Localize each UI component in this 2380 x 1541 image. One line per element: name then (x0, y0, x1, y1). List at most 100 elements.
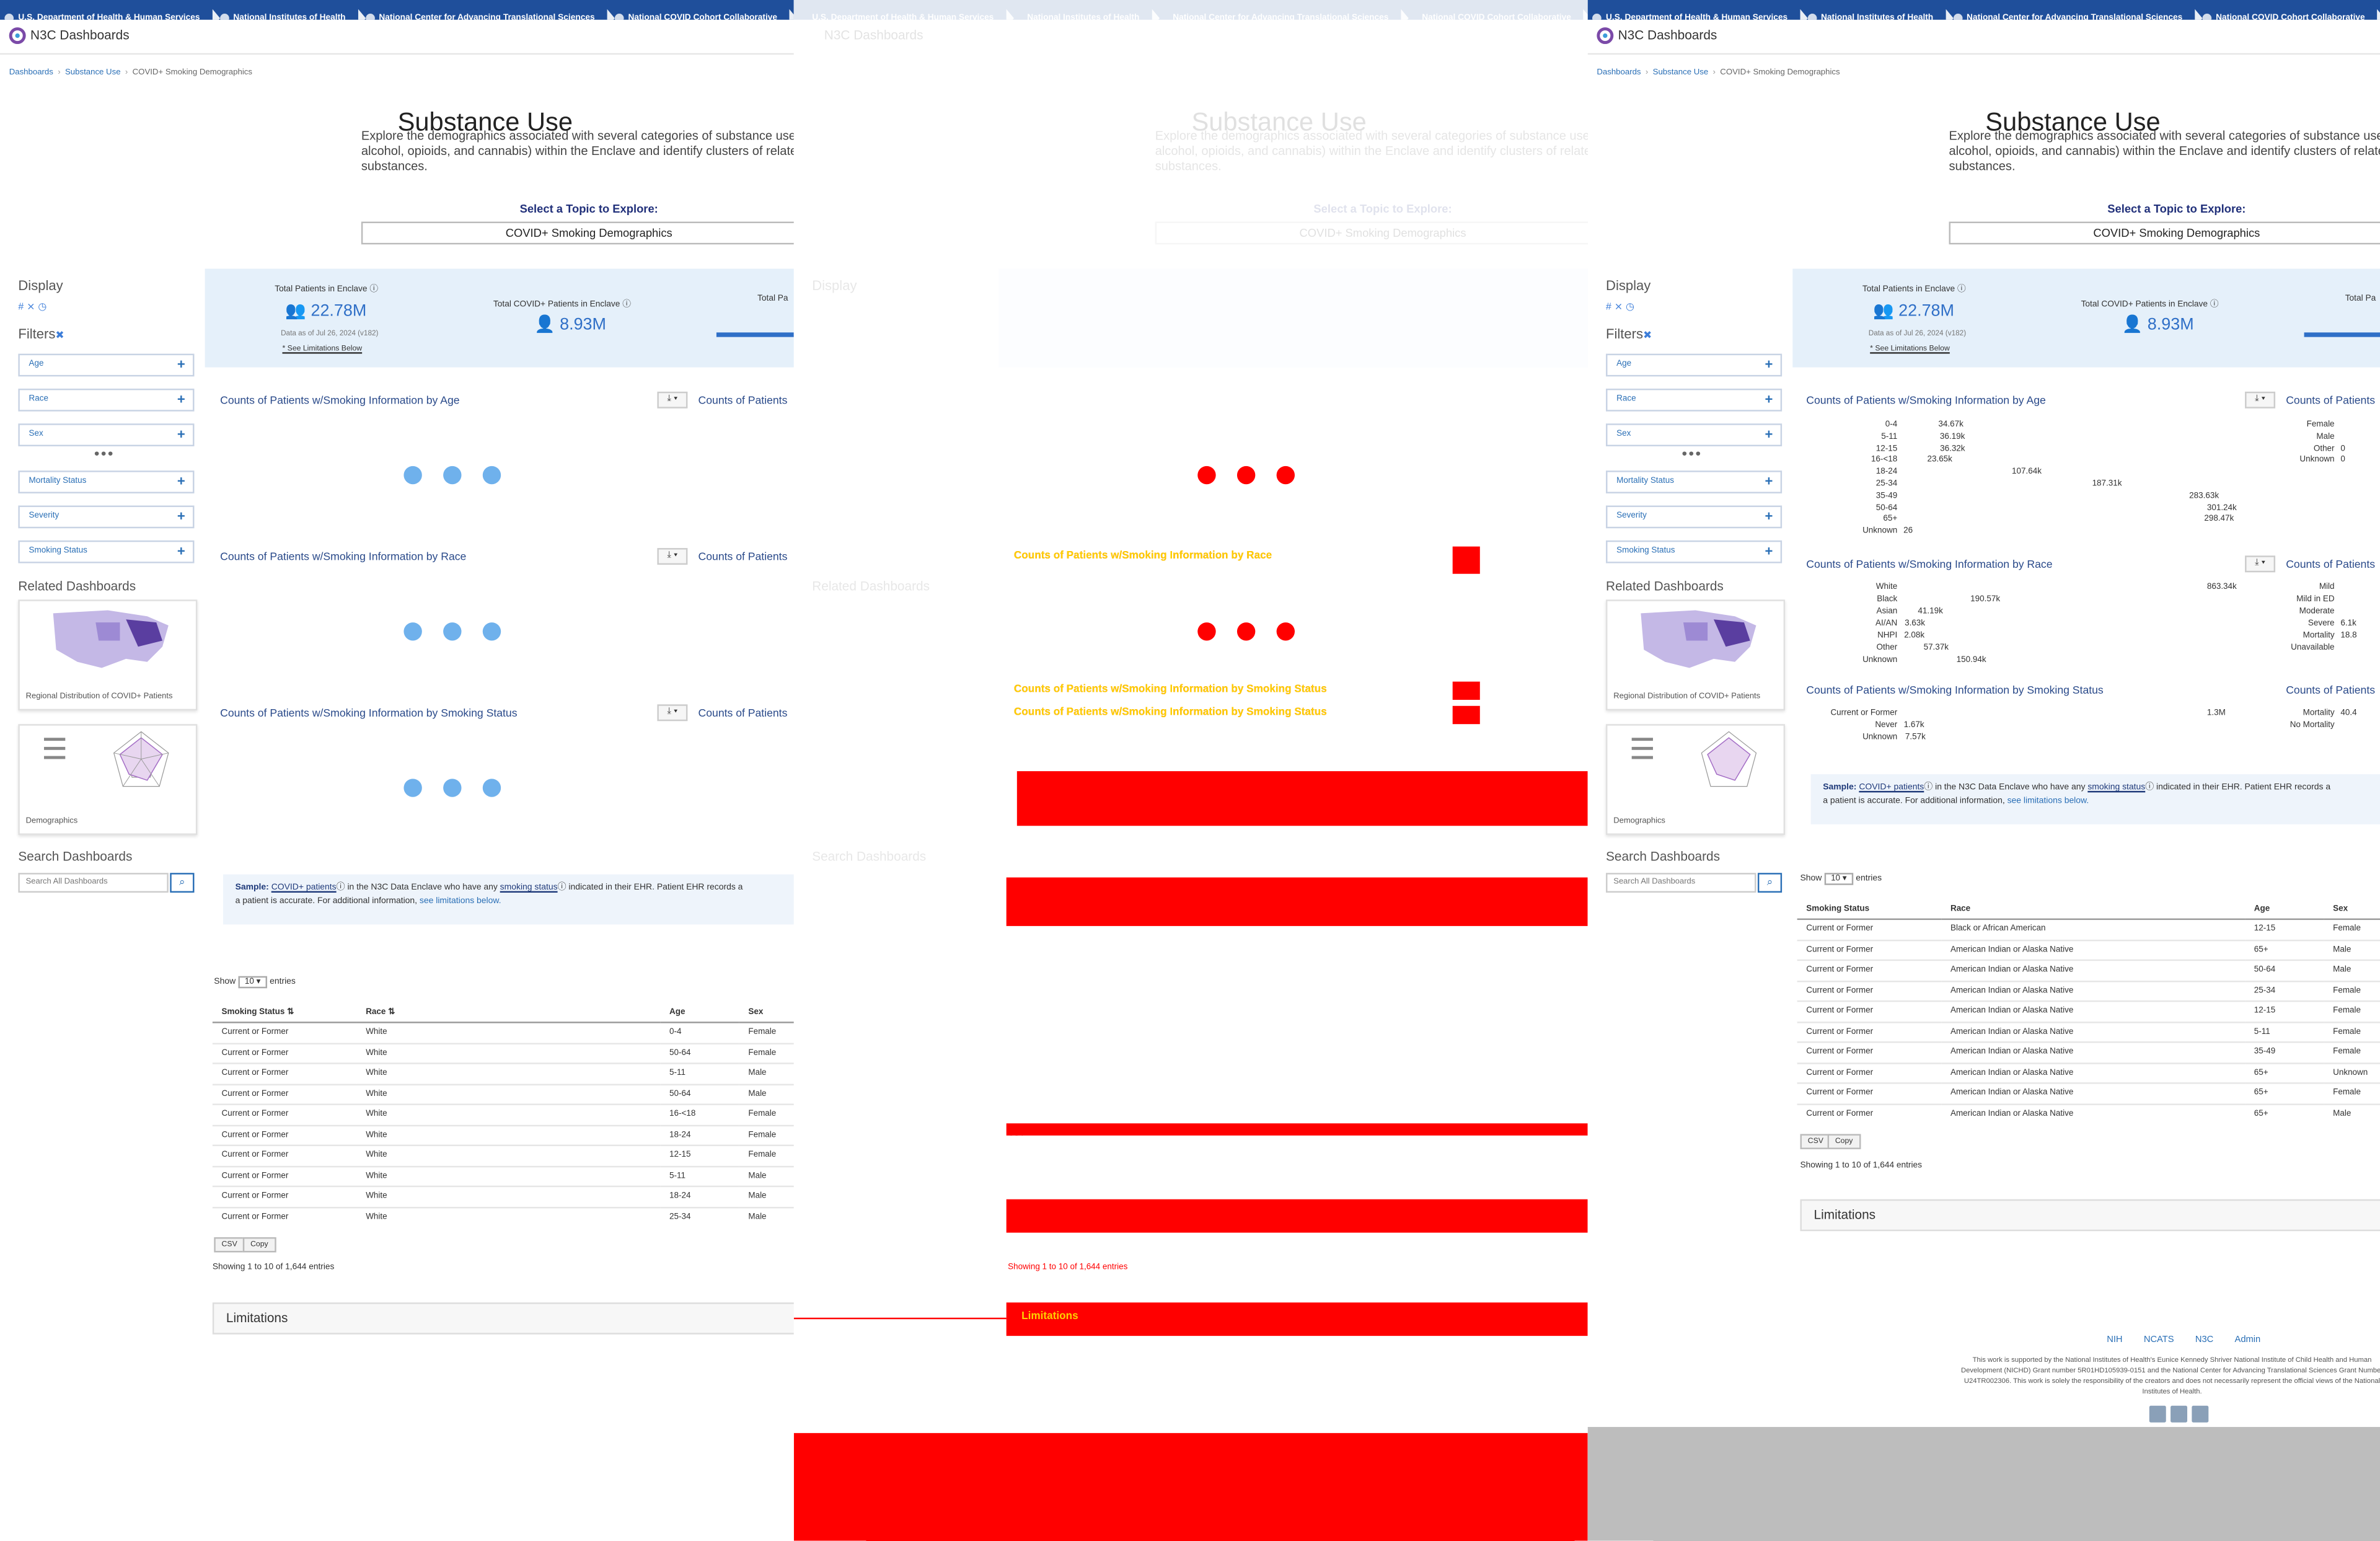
plus-icon[interactable]: + (177, 507, 185, 527)
see-limitations-link[interactable]: see limitations below. (2008, 797, 2089, 806)
download-icon[interactable]: ⤓ ▾ (2245, 555, 2276, 573)
limitations-header[interactable]: Limitations (212, 1302, 794, 1335)
gov-link-hhs[interactable]: U.S. Department of Health & Human Servic… (0, 9, 219, 20)
info-icon[interactable]: ⓘ (2145, 784, 2154, 793)
filter-severity[interactable]: Severity + (1606, 505, 1783, 529)
copy-button[interactable]: Copy (242, 1237, 276, 1253)
gov-link-n3c[interactable]: National COVID Cohort Collaborative (1404, 9, 1588, 20)
csv-button[interactable]: CSV (1800, 1134, 1831, 1149)
gov-link-n3c[interactable]: National COVID Cohort Collaborative (610, 9, 794, 20)
n3c-logo-icon[interactable] (1597, 27, 1614, 45)
more-filters-icon[interactable]: ••• (94, 446, 115, 463)
filter-clear-icon[interactable]: ✖ (55, 331, 64, 342)
filter-smoking-status[interactable]: Smoking Status + (1606, 540, 1783, 563)
table-row[interactable]: Current or Former American Indian or Alas… (1797, 1000, 2380, 1022)
filter-severity[interactable]: Severity + (18, 505, 195, 529)
table-row[interactable]: Current or Former White 50-64 Male (212, 1083, 794, 1105)
column-header[interactable]: Smoking Status ⇅ (212, 1002, 357, 1023)
filter-age[interactable]: Age + (18, 353, 195, 377)
gov-link-nih[interactable]: National Institutes of Health (215, 9, 366, 20)
column-header[interactable]: Race (1941, 898, 2246, 921)
info-icon[interactable]: ⓘ (558, 883, 566, 893)
see-limitations-link[interactable]: * See Limitations Below (1870, 345, 1950, 354)
display-mode-icons[interactable]: #⨯◷ (18, 301, 50, 312)
plus-icon[interactable]: + (177, 390, 185, 410)
table-row[interactable]: Current or Former White 0-4 Female (212, 1022, 794, 1043)
plus-icon[interactable]: + (1765, 507, 1773, 527)
gov-link-ncats[interactable]: National Center for Advancing Translatio… (361, 9, 615, 20)
info-icon[interactable]: ⓘ (622, 301, 631, 310)
related-card-demographics[interactable]: Demographics (18, 724, 198, 835)
table-row[interactable]: Current or Former American Indian or Alas… (1797, 979, 2380, 1002)
n3c-logo-icon[interactable] (9, 27, 26, 45)
plus-icon[interactable]: + (177, 542, 185, 562)
table-row[interactable]: Current or Former Black or African Americ… (1797, 918, 2380, 940)
download-icon[interactable]: ⤓ ▾ (2245, 391, 2276, 408)
smoking-status-link[interactable]: smoking status (500, 883, 558, 893)
filter-sex[interactable]: Sex + (18, 423, 195, 447)
plus-icon[interactable]: + (177, 355, 185, 375)
plus-icon[interactable]: + (1765, 425, 1773, 445)
info-icon[interactable]: ⓘ (2210, 301, 2219, 310)
table-row[interactable]: Current or Former American Indian or Alas… (1797, 1062, 2380, 1084)
plus-icon[interactable]: + (177, 472, 185, 492)
entries-select[interactable]: 10 ▾ (1825, 873, 1853, 885)
column-header[interactable]: Age (2245, 898, 2324, 921)
table-row[interactable]: Current or Former American Indian or Alas… (1797, 938, 2380, 960)
plus-icon[interactable]: + (1765, 355, 1773, 375)
gov-link-nih[interactable]: National Institutes of Health (1803, 9, 1953, 20)
filter-sex[interactable]: Sex + (1606, 423, 1783, 447)
filter-mortality[interactable]: Mortality Status + (1606, 470, 1783, 493)
table-row[interactable]: Current or Former American Indian or Alas… (1797, 959, 2380, 981)
topic-select[interactable]: COVID+ Smoking Demographics (361, 221, 794, 245)
gov-link-hhs[interactable]: U.S. Department of Health & Human Servic… (794, 9, 1013, 20)
download-icon[interactable]: ⤓ ▾ (657, 391, 688, 408)
info-icon[interactable]: ⓘ (337, 883, 345, 893)
column-header[interactable]: Age (660, 1002, 739, 1023)
breadcrumb-dashboards[interactable]: Dashboards (1597, 68, 1641, 77)
twitter-icon[interactable] (2171, 1405, 2188, 1423)
table-row[interactable]: Current or Former White 5-11 Male (212, 1062, 794, 1084)
footer-link-admin[interactable]: Admin (2235, 1336, 2261, 1345)
brand-title[interactable]: N3C Dashboards (1618, 27, 1717, 42)
gov-link-hhs[interactable]: U.S. Department of Health & Human Servic… (1588, 9, 1807, 20)
plus-icon[interactable]: + (177, 425, 185, 445)
topic-select[interactable]: COVID+ Smoking Demographics (1949, 221, 2380, 245)
table-row[interactable]: Current or Former White 25-34 Male (212, 1206, 794, 1227)
plus-icon[interactable]: + (1765, 542, 1773, 562)
plus-icon[interactable]: + (1765, 390, 1773, 410)
limitations-header[interactable]: Limitations (1800, 1199, 2380, 1232)
info-icon[interactable]: ⓘ (1957, 285, 1966, 294)
email-icon[interactable] (2149, 1405, 2166, 1423)
filter-race[interactable]: Race + (1606, 388, 1783, 412)
table-row[interactable]: Current or Former White 12-15 Female (212, 1144, 794, 1166)
search-icon[interactable]: ⌕ (170, 873, 195, 893)
info-icon[interactable]: ⓘ (1924, 784, 1933, 793)
column-header[interactable]: Sex (739, 1002, 794, 1023)
search-dashboards-input[interactable]: Search All Dashboards (1606, 873, 1756, 893)
footer-link-n3c[interactable]: N3C (2195, 1336, 2213, 1345)
column-header[interactable]: Smoking Status (1797, 898, 1942, 921)
covid-patients-link[interactable]: COVID+ patients (1859, 784, 1924, 793)
download-icon[interactable]: ⤓ ▾ (657, 704, 688, 722)
breadcrumb-substance-use[interactable]: Substance Use (65, 68, 121, 77)
filter-race[interactable]: Race + (18, 388, 195, 412)
entries-select[interactable]: 10 ▾ (239, 976, 267, 989)
related-card-regional[interactable]: Regional Distribution of COVID+ Patients (1606, 599, 1786, 711)
table-row[interactable]: Current or Former White 18-24 Female (212, 1124, 794, 1146)
filter-age[interactable]: Age + (1606, 353, 1783, 377)
more-filters-icon[interactable]: ••• (1681, 446, 1702, 463)
see-limitations-link[interactable]: * See Limitations Below (283, 345, 363, 354)
filter-clear-icon[interactable]: ✖ (1643, 331, 1652, 342)
info-icon[interactable]: ⓘ (369, 285, 378, 294)
display-mode-icons[interactable]: #⨯◷ (1606, 301, 1637, 312)
copy-button[interactable]: Copy (1827, 1134, 1861, 1149)
column-header[interactable]: Race ⇅ (356, 1002, 661, 1023)
column-header[interactable]: Sex (2324, 898, 2380, 921)
gov-link-ncats[interactable]: National Center for Advancing Translatio… (1949, 9, 2203, 20)
table-row[interactable]: Current or Former American Indian or Alas… (1797, 1082, 2380, 1104)
topic-select[interactable]: COVID+ Smoking Demographics (1155, 221, 1588, 245)
download-icon[interactable]: ⤓ ▾ (657, 548, 688, 565)
search-dashboards-input[interactable]: Search All Dashboards (18, 873, 169, 893)
search-icon[interactable]: ⌕ (1757, 873, 1783, 893)
